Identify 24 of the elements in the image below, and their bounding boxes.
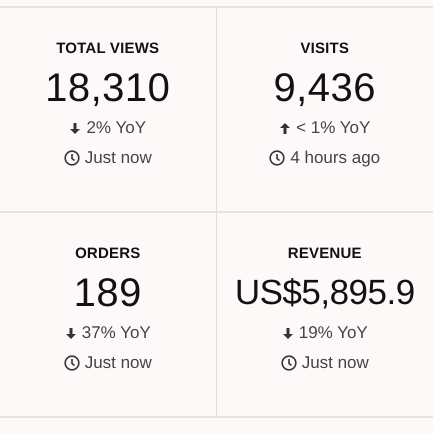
- metric-value: 18,310: [45, 65, 170, 112]
- metric-label: REVENUE: [288, 245, 362, 264]
- clock-icon: [64, 150, 80, 166]
- down-arrow-icon: [282, 326, 294, 340]
- metric-value: 9,436: [273, 65, 376, 112]
- change-text: < 1% YoY: [296, 118, 370, 138]
- metric-label: TOTAL VIEWS: [56, 40, 160, 59]
- change-text: 19% YoY: [298, 323, 368, 343]
- updated-text: Just now: [84, 353, 152, 373]
- updated-text: Just now: [84, 148, 152, 168]
- clock-icon: [64, 355, 80, 371]
- metric-value: 189: [74, 270, 142, 317]
- updated-text: 4 hours ago: [290, 148, 380, 168]
- down-arrow-icon: [64, 326, 77, 340]
- down-arrow-icon: [69, 121, 82, 135]
- metric-value: US$5,895.9: [234, 272, 415, 314]
- up-arrow-icon: [279, 121, 292, 135]
- updated-text: Just now: [302, 353, 369, 373]
- clock-icon: [269, 150, 286, 166]
- metric-label: ORDERS: [75, 245, 140, 264]
- clock-icon: [280, 355, 297, 371]
- change-text: 2% YoY: [86, 118, 146, 138]
- metric-label: VISITS: [300, 40, 350, 59]
- change-text: 37% YoY: [82, 323, 151, 343]
